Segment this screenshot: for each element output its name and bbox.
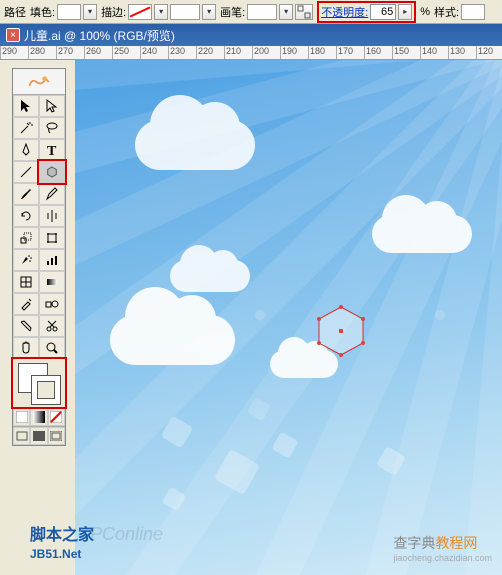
ruler-tick: 190: [280, 46, 308, 60]
opacity-label: 不透明度:: [321, 4, 368, 20]
ruler-tick: 180: [308, 46, 336, 60]
close-icon[interactable]: ×: [6, 28, 20, 42]
cloud-shape: [170, 260, 250, 292]
ruler-horizontal: 2902802702602502402302202102001901801701…: [0, 46, 502, 60]
style-swatch[interactable]: [461, 4, 485, 20]
cloud-shape: [372, 215, 472, 253]
tool-grid: T: [13, 95, 65, 359]
fill-label: 填色:: [30, 4, 55, 20]
rotate-tool[interactable]: [13, 205, 39, 227]
scale-tool[interactable]: [13, 227, 39, 249]
opacity-input[interactable]: [370, 4, 396, 20]
stroke-group: 描边: ▾ ▾: [101, 4, 216, 20]
direct-selection-tool[interactable]: [39, 95, 65, 117]
reflect-tool[interactable]: [39, 205, 65, 227]
stroke-color-swatch[interactable]: [31, 375, 61, 405]
ruler-tick: 150: [392, 46, 420, 60]
ruler-tick: 120: [476, 46, 502, 60]
brush-options-icon[interactable]: [295, 4, 313, 20]
ruler-tick: 290: [0, 46, 28, 60]
ruler-tick: 220: [196, 46, 224, 60]
screen-mode-row: [13, 426, 65, 445]
stroke-swatch[interactable]: [128, 4, 152, 20]
screen-mode-full[interactable]: [30, 427, 47, 445]
ruler-tick: 140: [420, 46, 448, 60]
mesh-tool[interactable]: [13, 271, 39, 293]
blend-tool[interactable]: [39, 293, 65, 315]
document-tab: × 儿童.ai @ 100% (RGB/预览): [0, 24, 502, 46]
tool-panel: T: [12, 68, 66, 446]
ruler-tick: 230: [168, 46, 196, 60]
ruler-tick: 130: [448, 46, 476, 60]
brush-dropdown[interactable]: ▾: [279, 4, 293, 20]
zoom-tool[interactable]: [39, 337, 65, 359]
polygon-tool[interactable]: [39, 161, 65, 183]
magic-wand-tool[interactable]: [13, 117, 39, 139]
ruler-tick: 210: [224, 46, 252, 60]
opacity-highlight: 不透明度: ▸: [317, 1, 416, 23]
pencil-tool[interactable]: [39, 183, 65, 205]
fill-stroke-swatches[interactable]: [13, 359, 65, 407]
free-transform-tool[interactable]: [39, 227, 65, 249]
watermark-jb51: 脚本之家 JB51.Net: [30, 521, 94, 563]
scissors-tool[interactable]: [39, 315, 65, 337]
paintbrush-tool[interactable]: [13, 183, 39, 205]
path-label: 路径: [4, 4, 26, 20]
fill-group: 填色: ▾: [30, 4, 97, 20]
brush-swatch[interactable]: [247, 4, 277, 20]
svg-text:T: T: [47, 144, 57, 158]
color-mode-gradient[interactable]: [30, 408, 47, 426]
color-mode-none[interactable]: [48, 408, 65, 426]
line-tool[interactable]: [13, 161, 39, 183]
hand-tool[interactable]: [13, 337, 39, 359]
ruler-tick: 260: [84, 46, 112, 60]
opacity-stepper[interactable]: ▸: [398, 4, 412, 20]
slice-tool[interactable]: [13, 315, 39, 337]
cloud-shape: [135, 120, 255, 170]
graph-tool[interactable]: [39, 249, 65, 271]
color-mode-row: [13, 407, 65, 426]
fill-swatch[interactable]: [57, 4, 81, 20]
stroke-label: 描边:: [101, 4, 126, 20]
ruler-tick: 160: [364, 46, 392, 60]
brush-group: 画笔: ▾: [220, 4, 313, 20]
stroke-weight[interactable]: [170, 4, 200, 20]
ruler-tick: 250: [112, 46, 140, 60]
stroke-weight-dropdown[interactable]: ▾: [202, 4, 216, 20]
tool-panel-header[interactable]: [13, 69, 65, 95]
brush-label: 画笔:: [220, 4, 245, 20]
document-title: 儿童.ai @ 100% (RGB/预览): [24, 27, 175, 44]
type-tool[interactable]: T: [39, 139, 65, 161]
gradient-tool[interactable]: [39, 271, 65, 293]
screen-mode-toggle[interactable]: [48, 427, 65, 445]
fill-dropdown[interactable]: ▾: [83, 4, 97, 20]
ruler-tick: 170: [336, 46, 364, 60]
canvas[interactable]: [75, 60, 502, 575]
style-label: 样式:: [434, 4, 459, 20]
ruler-tick: 270: [56, 46, 84, 60]
watermark-chazidian: 查字典教程网 jiaocheng.chazidian.com: [393, 533, 492, 563]
color-mode-solid[interactable]: [13, 408, 30, 426]
hexagon-selection[interactable]: [313, 305, 369, 360]
main-area: [0, 60, 502, 575]
ruler-tick: 240: [140, 46, 168, 60]
opacity-unit: %: [420, 6, 430, 18]
ruler-tick: 280: [28, 46, 56, 60]
stroke-dropdown[interactable]: ▾: [154, 4, 168, 20]
eyedropper-tool[interactable]: [13, 293, 39, 315]
options-toolbar: 路径 填色: ▾ 描边: ▾ ▾ 画笔: ▾ 不透明度: ▸ % 样式:: [0, 0, 502, 24]
watermark-pconline: PConline: [90, 524, 163, 545]
ruler-tick: 200: [252, 46, 280, 60]
pen-tool[interactable]: [13, 139, 39, 161]
screen-mode-normal[interactable]: [13, 427, 30, 445]
selection-tool[interactable]: [13, 95, 39, 117]
lasso-tool[interactable]: [39, 117, 65, 139]
cloud-shape: [110, 315, 235, 365]
symbol-sprayer-tool[interactable]: [13, 249, 39, 271]
style-group: 样式:: [434, 4, 485, 20]
